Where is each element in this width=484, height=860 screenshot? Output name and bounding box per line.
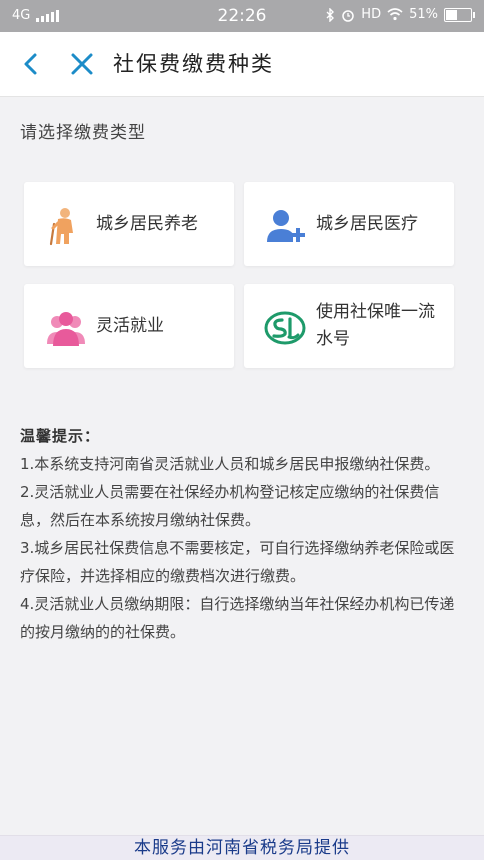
battery-fill xyxy=(446,9,457,20)
hd-label: HD xyxy=(361,7,382,22)
back-button[interactable] xyxy=(18,50,46,78)
option-social-security-serial[interactable]: 使用社保唯一流水号 xyxy=(244,284,454,368)
option-label: 城乡居民医疗 xyxy=(316,213,418,234)
social-security-logo-icon xyxy=(264,311,306,345)
alarm-icon xyxy=(342,9,355,22)
nav-bar: 社保费缴费种类 xyxy=(0,32,484,97)
option-label: 灵活就业 xyxy=(96,315,164,336)
close-icon xyxy=(71,53,93,75)
tip-item: 3.城乡居民社保费信息不需要核定，可自行选择缴纳养老保险或医疗保险，并选择相应的… xyxy=(20,539,455,585)
tip-item: 1.本系统支持河南省灵活就业人员和城乡居民申报缴纳社保费。 xyxy=(20,455,440,473)
elderly-person-icon xyxy=(49,208,73,246)
section-label: 请选择缴费类型 xyxy=(20,123,146,143)
people-group-icon xyxy=(47,312,85,346)
option-label: 使用社保唯一流水号 xyxy=(316,302,435,349)
battery-percent: 51% xyxy=(409,7,438,22)
footer-provider: 本服务由河南省税务局提供 xyxy=(0,835,484,860)
status-bar: 4G 22:26 HD 51% xyxy=(0,0,484,32)
tip-item: 4.灵活就业人员缴纳期限：自行选择缴纳当年社保经办机构已传递的按月缴纳的的社保费… xyxy=(20,595,455,641)
user-add-icon xyxy=(267,210,305,242)
option-label: 城乡居民养老 xyxy=(96,213,198,234)
tip-item: 2.灵活就业人员需要在社保经办机构登记核定应缴纳的社保费信息，然后在本系统按月缴… xyxy=(20,483,440,529)
option-flexible-employment[interactable]: 灵活就业 xyxy=(24,284,234,368)
bluetooth-icon xyxy=(326,7,335,22)
tips-heading: 温馨提示： xyxy=(20,427,101,445)
tips-section: 温馨提示： 1.本系统支持河南省灵活就业人员和城乡居民申报缴纳社保费。 2.灵活… xyxy=(20,422,464,646)
chevron-left-icon xyxy=(24,53,37,75)
battery-icon xyxy=(444,7,475,22)
status-right: HD 51% xyxy=(325,7,475,22)
option-urban-rural-medical[interactable]: 城乡居民医疗 xyxy=(244,182,454,266)
page-title: 社保费缴费种类 xyxy=(113,52,274,76)
close-button[interactable] xyxy=(68,50,96,78)
wifi-icon xyxy=(387,8,403,21)
option-urban-rural-pension[interactable]: 城乡居民养老 xyxy=(24,182,234,266)
